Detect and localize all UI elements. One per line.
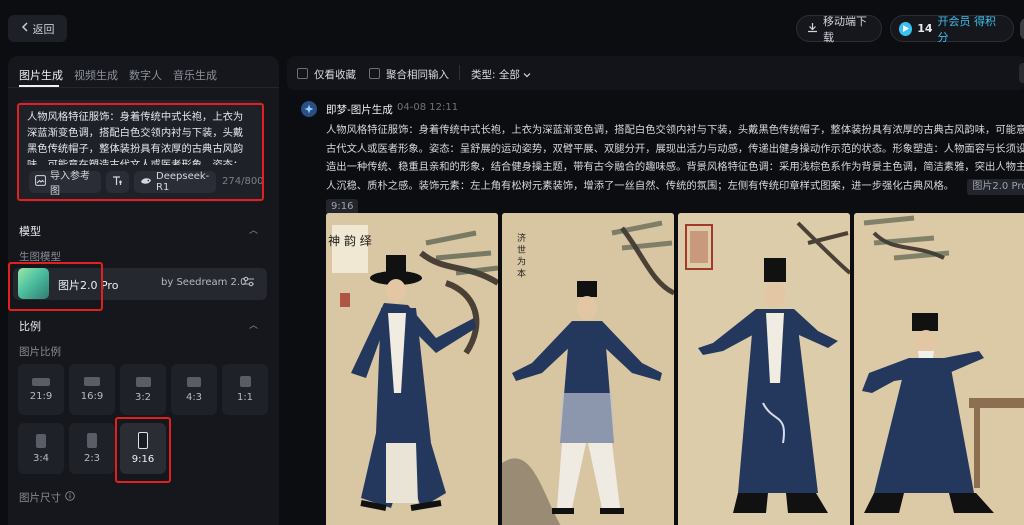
prompt-line: 古代文人或医者形象。姿态：呈舒展的运动姿势，双臂平展、双腿分开，展现出活力与动感… — [326, 142, 1024, 155]
ratio-option-2-3[interactable]: 2:3 — [69, 423, 115, 474]
ratio-2-3-icon — [87, 433, 97, 448]
ratio-21-9-icon — [32, 377, 50, 386]
ratio-label: 16:9 — [80, 391, 104, 402]
credits-button[interactable]: 14 开会员 得积分 — [890, 13, 1014, 45]
tab-divider — [8, 87, 279, 88]
back-button[interactable]: 返回 — [8, 15, 67, 42]
ratio-option-1-1[interactable]: 1:1 — [222, 364, 268, 415]
chevron-left-icon — [21, 22, 29, 35]
ratio-section-title: 比例 — [19, 320, 41, 333]
highlight-frame-prompt — [17, 103, 264, 201]
prompt-line-last: 人沉稳、质朴之感。装饰元素：左上角有松树元素装饰，增添了一丝自然、传统的氛围；左… — [326, 177, 1024, 196]
download-mobile-button[interactable]: 移动端下载 — [796, 14, 882, 44]
download-icon — [807, 22, 818, 36]
ratio-option-16-9[interactable]: 16:9 — [69, 364, 115, 415]
highlight-frame-model — [8, 262, 103, 311]
generated-image-3[interactable] — [678, 213, 850, 525]
generated-image-2[interactable]: 济 世 为 本 — [502, 213, 674, 525]
tab-music-generation[interactable]: 音乐生成 — [173, 67, 217, 83]
back-label: 返回 — [32, 22, 55, 36]
type-filter-label: 类型: 全部 — [471, 69, 520, 81]
credits-icon — [899, 21, 913, 36]
aggregate-label[interactable]: 聚合相同输入 — [386, 67, 449, 82]
prompt-line: 人物风格特征服饰：身着传统中式长袍，上衣为深蓝渐变色调，搭配白色交领内衬与下装，… — [326, 124, 1024, 136]
collect-only-checkbox[interactable] — [297, 68, 308, 79]
ratio-option-21-9[interactable]: 21:9 — [18, 364, 64, 415]
tab-image-generation[interactable]: 图片生成 — [19, 67, 63, 83]
highlight-frame-ratio — [115, 417, 171, 483]
size-section-title: 图片尺寸 — [19, 490, 75, 505]
ratio-3-4-icon — [36, 433, 46, 448]
chevron-down-icon — [523, 69, 531, 81]
prompt-line: 造出一种传统、稳重且亲和的形象，结合健身操主题，带有古今融合的趣味感。背景风格特… — [326, 161, 1024, 173]
seal-text: 济 世 为 本 — [515, 232, 526, 279]
avatar[interactable] — [1020, 18, 1024, 40]
info-icon[interactable] — [65, 491, 75, 504]
filter-divider — [459, 65, 460, 80]
ratio-3-2-icon — [135, 376, 151, 387]
collapse-model-icon[interactable]: ︿ — [249, 223, 258, 236]
message-time: 04-08 12:11 — [397, 102, 459, 113]
model-provider: by Seedream 2.0 — [161, 277, 247, 288]
tab-video-generation[interactable]: 视频生成 — [74, 67, 118, 83]
collect-only-label[interactable]: 仅看收藏 — [314, 67, 356, 82]
view-toggle-button[interactable] — [1019, 63, 1024, 83]
mode-tabs: 图片生成 视频生成 数字人 音乐生成 — [19, 67, 217, 83]
model-section-title: 模型 — [19, 225, 41, 238]
ratio-label: 3:4 — [32, 452, 50, 464]
ratio-subtitle: 图片比例 — [19, 346, 61, 358]
ratio-label: 21:9 — [29, 390, 53, 402]
ratio-label: 2:3 — [83, 453, 101, 464]
ratio-label: 4:3 — [185, 391, 203, 403]
membership-link[interactable]: 开会员 得积分 — [938, 13, 1004, 45]
model-tag: 图片2.0 Pro — [967, 178, 1024, 195]
ratio-option-3-2[interactable]: 3:2 — [120, 364, 166, 415]
ratio-option-4-3[interactable]: 4:3 — [171, 364, 217, 415]
ratio-label: 1:1 — [236, 392, 254, 403]
ratio-1-1-icon — [239, 376, 251, 387]
seal-text: 神 韵 绎 — [328, 233, 372, 248]
credits-count: 14 — [917, 22, 933, 35]
model-settings-icon[interactable] — [242, 276, 255, 290]
message-prompt-text[interactable]: 人物风格特征服饰：身着传统中式长袍，上衣为深蓝渐变色调，搭配白色交领内衬与下装，… — [326, 121, 1024, 216]
generated-image-4[interactable] — [854, 213, 1024, 525]
download-label: 移动端下载 — [823, 14, 867, 44]
message-sender: 即梦-图片生成 — [326, 104, 393, 116]
collapse-ratio-icon[interactable]: ︿ — [249, 318, 258, 331]
ratio-4-3-icon — [187, 376, 201, 387]
tab-digital-human[interactable]: 数字人 — [129, 67, 162, 83]
type-filter-dropdown[interactable]: 类型: 全部 — [471, 67, 531, 82]
generated-image-1[interactable]: 神 韵 绎 — [326, 213, 498, 525]
aggregate-checkbox[interactable] — [369, 68, 380, 79]
bot-avatar-icon — [301, 101, 317, 117]
ratio-16-9-icon — [84, 377, 100, 386]
ratio-label: 3:2 — [134, 391, 152, 403]
size-title-label: 图片尺寸 — [19, 492, 61, 504]
ratio-option-3-4[interactable]: 3:4 — [18, 423, 64, 474]
